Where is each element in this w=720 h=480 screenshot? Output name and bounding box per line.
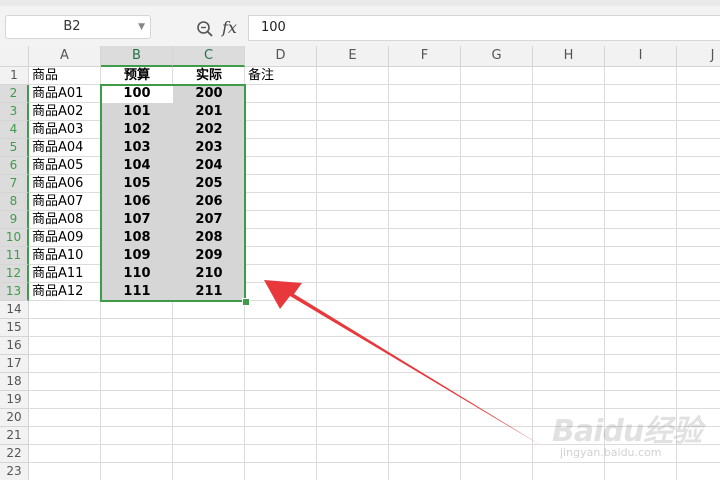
watermark-brand: Baidu经验 (552, 414, 702, 449)
watermark-url: jingyan.baidu.com (560, 446, 662, 459)
watermark: Baidu经验 jingyan.baidu.com (552, 400, 720, 470)
